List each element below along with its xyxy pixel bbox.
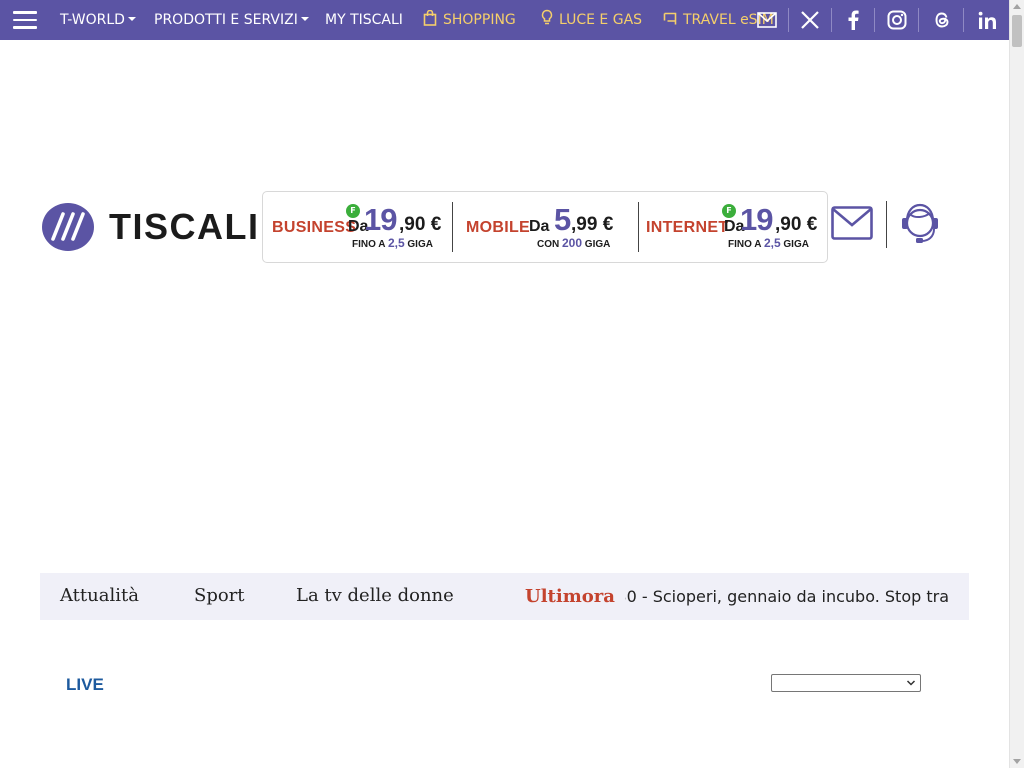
nav-shopping[interactable]: SHOPPING [423,0,516,40]
menu-icon[interactable] [13,11,37,29]
offer-mobile[interactable]: MOBILE Da 5 ,99 € CON 200 GIGA [453,192,638,262]
facebook-icon [848,10,859,30]
nav-my-tiscali[interactable]: MY TISCALI [325,0,403,40]
price-integer: 19 [740,202,773,237]
nav-luce-gas-label: LUCE E GAS [559,12,643,28]
threads-icon [935,12,949,28]
price-integer: 19 [364,202,397,237]
linkedin-link[interactable] [965,0,1009,40]
scrollbar-thumb[interactable] [1012,15,1022,47]
instagram-link[interactable] [875,0,919,40]
price-subtitle: CON 200 GIGA [537,236,611,250]
mail-link[interactable] [745,0,789,40]
live-heading: LIVE [66,675,104,694]
nav-luce-gas[interactable]: LUCE E GAS [541,0,642,40]
top-navbar: T-WORLD PRODOTTI E SERVIZI MY TISCALI SH… [0,0,1009,40]
nav-t-world-label: T-WORLD [60,12,125,28]
badge-f-icon: F [346,204,360,218]
price-prefix: Da [529,218,550,235]
scroll-down-arrow-icon[interactable] [1013,759,1021,764]
mail-icon [757,12,777,28]
price-subtitle: FINO A 2,5 GIGA [728,236,809,250]
price-integer: 5 [554,202,571,237]
nav-prodotti-label: PRODOTTI E SERVIZI [154,12,298,28]
price-decimal: ,90 € [775,214,818,235]
shopping-bag-icon [423,10,437,26]
support-button[interactable] [897,201,943,247]
x-link[interactable] [788,0,832,40]
logo-text: TISCALI [109,206,260,247]
nav-my-tiscali-label: MY TISCALI [325,12,403,28]
tiscali-logo[interactable]: TISCALI [42,203,260,251]
section-link-attualita[interactable]: Attualità [60,573,139,620]
webmail-button[interactable] [830,203,874,243]
ticker-headline[interactable]: :30 - Scioperi, gennaio da incubo. Stop … [625,573,949,620]
offer-label: INTERNET [646,219,729,236]
section-link-sport[interactable]: Sport [194,573,245,620]
ultimora-label[interactable]: Ultimora [525,573,615,620]
section-navbar: Attualità Sport La tv delle donne Ultimo… [40,573,969,620]
sim-card-icon [663,12,677,25]
price-subtitle: FINO A 2,5 GIGA [352,236,433,250]
divider [963,8,964,32]
price-decimal: ,99 € [571,214,614,235]
offer-business[interactable]: BUSINESS F Da 19 ,90 € FINO A 2,5 GIGA [263,192,451,262]
section-link-tv-donne[interactable]: La tv delle donne [296,573,454,620]
nav-prodotti-servizi[interactable]: PRODOTTI E SERVIZI [154,0,309,40]
offer-label: MOBILE [466,219,531,236]
badge-f-icon: F [722,204,736,218]
headset-support-icon [902,203,938,243]
lightbulb-icon [541,9,553,25]
price-decimal: ,90 € [399,214,442,235]
scrollbar[interactable] [1009,0,1024,768]
offer-internet[interactable]: INTERNET F Da 19 ,90 € FINO A 2,5 GIGA [639,192,827,262]
envelope-icon [831,206,873,240]
caret-down-icon [127,17,136,21]
nav-t-world[interactable]: T-WORLD [60,0,136,40]
chevron-down-icon [906,680,916,686]
threads-link[interactable] [920,0,964,40]
divider [918,8,919,32]
facebook-link[interactable] [831,0,875,40]
offer-label: BUSINESS [272,219,357,236]
nav-shopping-label: SHOPPING [443,12,516,28]
instagram-icon [887,10,907,30]
live-select[interactable] [771,674,921,692]
scroll-up-arrow-icon[interactable] [1013,4,1021,9]
caret-down-icon [300,17,309,21]
tiscali-logo-icon [42,203,94,251]
divider [886,201,887,248]
linkedin-icon [978,11,996,29]
news-ticker: :30 - Scioperi, gennaio da incubo. Stop … [625,573,949,620]
x-icon [801,11,819,29]
offers-banner: BUSINESS F Da 19 ,90 € FINO A 2,5 GIGA M… [262,191,828,263]
